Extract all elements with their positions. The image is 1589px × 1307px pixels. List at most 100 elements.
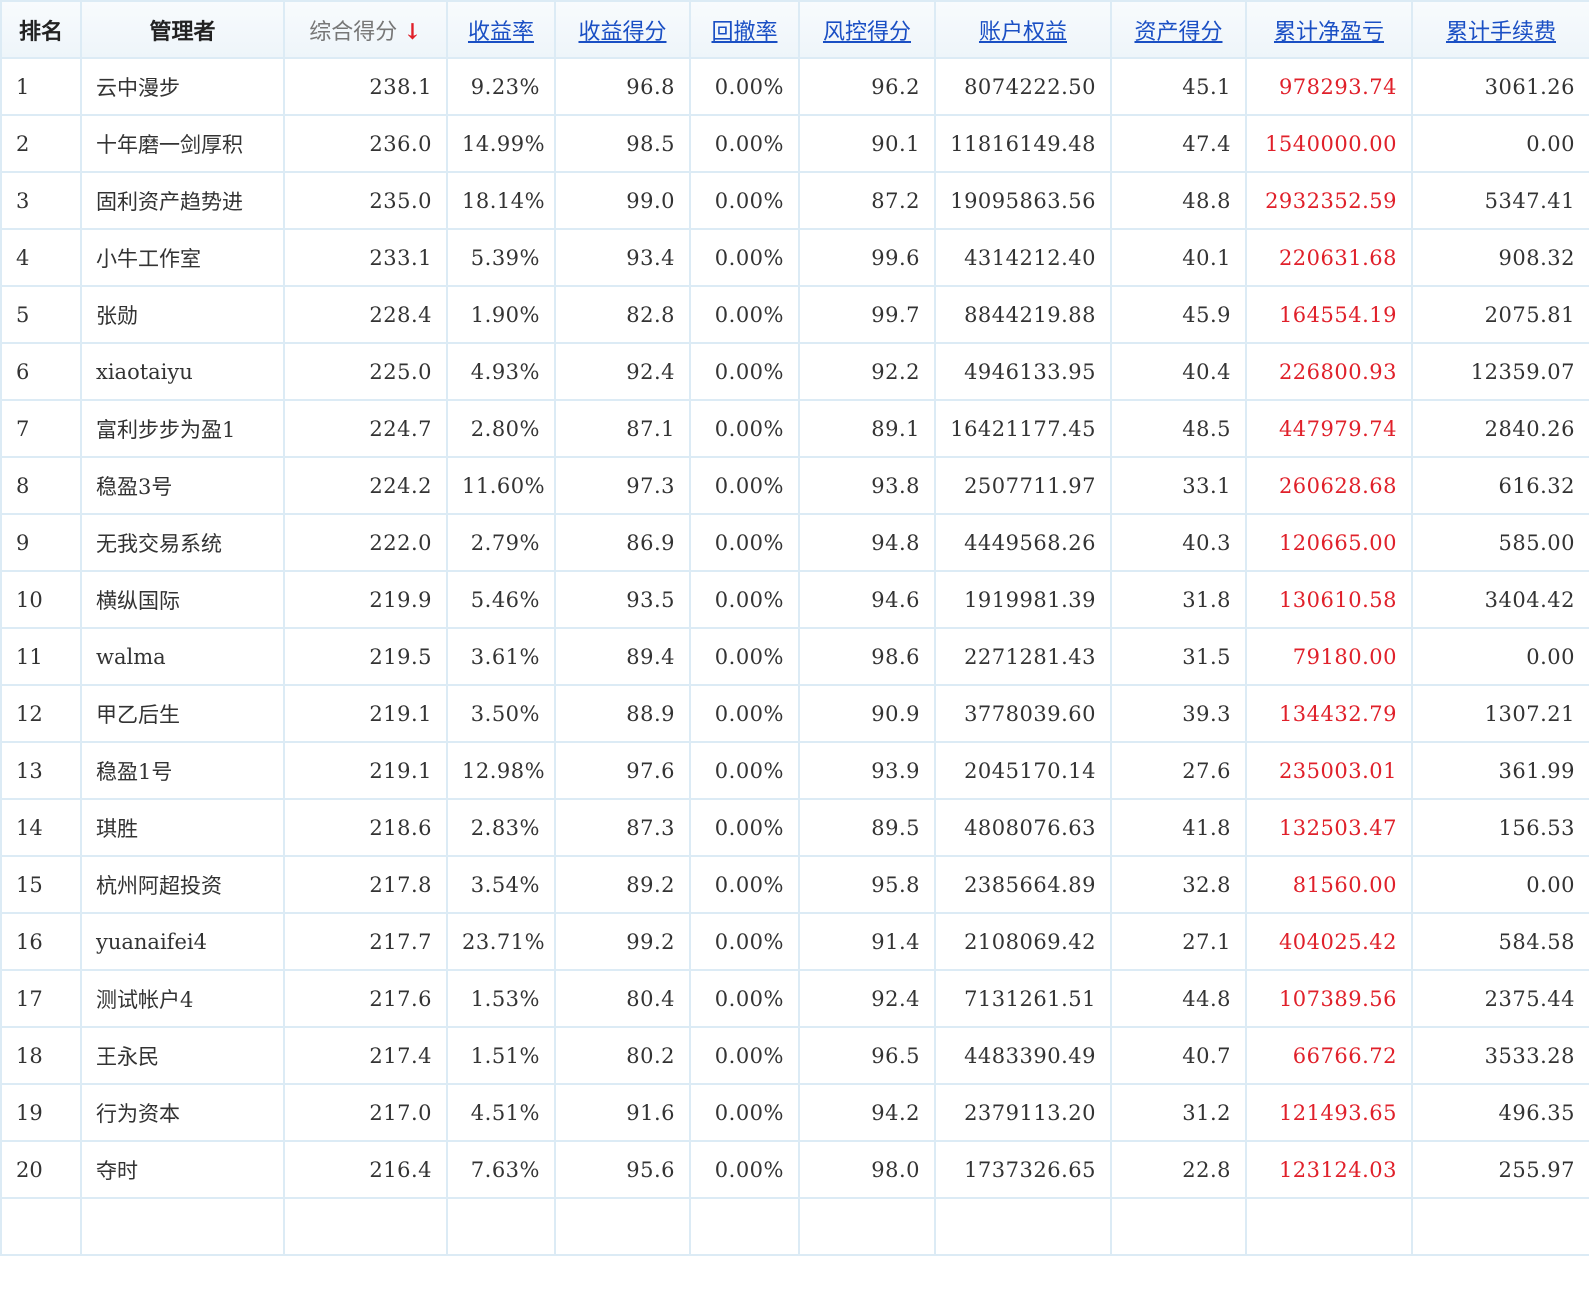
cell-manager: 十年磨一剑厚积 [80,114,285,173]
sort-desc-arrow-icon[interactable]: ↓ [403,19,421,45]
cell-net-pnl: 121493.65 [1245,1083,1413,1142]
sort-link-drawdown[interactable]: 回撤率 [711,20,777,45]
cell-drawdown: 0.00% [689,456,800,515]
cell-rank: 17 [0,969,82,1028]
sort-link-return-rate[interactable]: 收益率 [468,20,534,45]
cell-manager: 行为资本 [80,1083,285,1142]
cell-equity: 1737326.65 [934,1140,1112,1199]
cell-asset-score: 31.8 [1110,570,1247,629]
cell-asset-score: 31.5 [1110,627,1247,686]
cell-return-score: 87.1 [554,399,691,458]
cell-manager: 横纵国际 [80,570,285,629]
cell-rank: 20 [0,1140,82,1199]
cell-return-rate: 14.99% [446,114,556,173]
cell-fees: 12359.07 [1411,342,1589,401]
cell-return-rate: 1.53% [446,969,556,1028]
table-row: 15 杭州阿超投资 217.8 3.54% 89.2 0.00% 95.8 2385664.8… [0,855,1589,914]
cell-return-score: 88.9 [554,684,691,743]
cell-return-score: 97.3 [554,456,691,515]
cell-net-pnl: 81560.00 [1245,855,1413,914]
cell-asset-score: 45.1 [1110,57,1247,116]
cell-net-pnl: 134432.79 [1245,684,1413,743]
col-header-equity[interactable]: 账户权益 [934,0,1112,59]
cell-manager: 杭州阿超投资 [80,855,285,914]
cell-equity: 2379113.20 [934,1083,1112,1142]
cell-manager: 琪胜 [80,798,285,857]
col-header-fees[interactable]: 累计手续费 [1411,0,1589,59]
cell-rank: 12 [0,684,82,743]
cell-manager: 稳盈1号 [80,741,285,800]
cell-risk-score: 98.0 [798,1140,936,1199]
cell-equity: 3778039.60 [934,684,1112,743]
cell-fees: 156.53 [1411,798,1589,857]
cell-asset-score: 44.8 [1110,969,1247,1028]
cell-total-score: 225.0 [283,342,448,401]
cell-total-score: 219.5 [283,627,448,686]
cell-asset-score: 40.4 [1110,342,1247,401]
sort-link-return-score[interactable]: 收益得分 [578,20,666,45]
cell-drawdown: 0.00% [689,114,800,173]
cell-asset-score: 41.8 [1110,798,1247,857]
cell-return-score: 91.6 [554,1083,691,1142]
total-score-sort-label[interactable]: 综合得分 [309,20,397,45]
cell-risk-score: 94.6 [798,570,936,629]
table-row: 13 稳盈1号 219.1 12.98% 97.6 0.00% 93.9 2045170.14… [0,741,1589,800]
cell-risk-score: 89.1 [798,399,936,458]
cell-fees: 496.35 [1411,1083,1589,1142]
cell-total-score: 236.0 [283,114,448,173]
col-header-total-score[interactable]: 综合得分 ↓ [283,0,448,59]
col-header-risk-score[interactable]: 风控得分 [798,0,936,59]
table-row: 17 测试帐户4 217.6 1.53% 80.4 0.00% 92.4 7131261.51… [0,969,1589,1028]
cell-asset-score: 32.8 [1110,855,1247,914]
sort-link-asset-score[interactable]: 资产得分 [1134,20,1222,45]
col-header-return-rate[interactable]: 收益率 [446,0,556,59]
col-header-return-score[interactable]: 收益得分 [554,0,691,59]
table-row: 6 xiaotaiyu 225.0 4.93% 92.4 0.00% 92.2 4946133… [0,342,1589,401]
header-row: 排名 管理者 综合得分 ↓ 收益率 收益得分 回撤率 风控得分 账户权益 资产得分… [0,0,1589,59]
table-row: 9 无我交易系统 222.0 2.79% 86.9 0.00% 94.8 4449568.26… [0,513,1589,572]
col-header-net-pnl[interactable]: 累计净盈亏 [1245,0,1413,59]
sort-link-risk-score[interactable]: 风控得分 [823,20,911,45]
cell-return-score: 86.9 [554,513,691,572]
cell-fees: 2075.81 [1411,285,1589,344]
cell-risk-score: 90.1 [798,114,936,173]
table-row: 16 yuanaifei4 217.7 23.71% 99.2 0.00% 91.4 2108… [0,912,1589,971]
cell-asset-score: 27.1 [1110,912,1247,971]
table-row: 14 琪胜 218.6 2.83% 87.3 0.00% 89.5 4808076.63 41.… [0,798,1589,857]
cell-asset-score: 31.2 [1110,1083,1247,1142]
cell-drawdown: 0.00% [689,912,800,971]
cell-manager: 云中漫步 [80,57,285,116]
sort-link-net-pnl[interactable]: 累计净盈亏 [1274,20,1384,45]
cell-net-pnl: 404025.42 [1245,912,1413,971]
cell-risk-score: 93.8 [798,456,936,515]
cell-risk-score: 95.8 [798,855,936,914]
cell-return-score: 80.2 [554,1026,691,1085]
cell-return-score: 93.5 [554,570,691,629]
cell-risk-score: 98.6 [798,627,936,686]
sort-link-fees[interactable]: 累计手续费 [1446,20,1556,45]
cell-return-rate: 9.23% [446,57,556,116]
cell-equity: 19095863.56 [934,171,1112,230]
cell-rank: 6 [0,342,82,401]
cell-fees: 0.00 [1411,855,1589,914]
cell-total-score: 217.7 [283,912,448,971]
table-row: 18 王永民 217.4 1.51% 80.2 0.00% 96.5 4483390.49 40… [0,1026,1589,1085]
sort-link-equity[interactable]: 账户权益 [979,20,1067,45]
cell-drawdown: 0.00% [689,399,800,458]
col-header-drawdown[interactable]: 回撤率 [689,0,800,59]
cell-drawdown: 0.00% [689,513,800,572]
table-row: 20 夺时 216.4 7.63% 95.6 0.00% 98.0 1737326.65 22.… [0,1140,1589,1199]
cell-asset-score: 27.6 [1110,741,1247,800]
cell-risk-score: 96.2 [798,57,936,116]
cell-equity: 2385664.89 [934,855,1112,914]
cell-total-score: 224.2 [283,456,448,515]
cell-total-score: 217.4 [283,1026,448,1085]
cell-rank: 14 [0,798,82,857]
cell-net-pnl: 120665.00 [1245,513,1413,572]
col-header-rank: 排名 [0,0,82,59]
cell-net-pnl: 79180.00 [1245,627,1413,686]
cell-equity: 2108069.42 [934,912,1112,971]
table-row: 2 十年磨一剑厚积 236.0 14.99% 98.5 0.00% 90.1 11816149… [0,114,1589,173]
cell-risk-score: 94.2 [798,1083,936,1142]
col-header-asset-score[interactable]: 资产得分 [1110,0,1247,59]
